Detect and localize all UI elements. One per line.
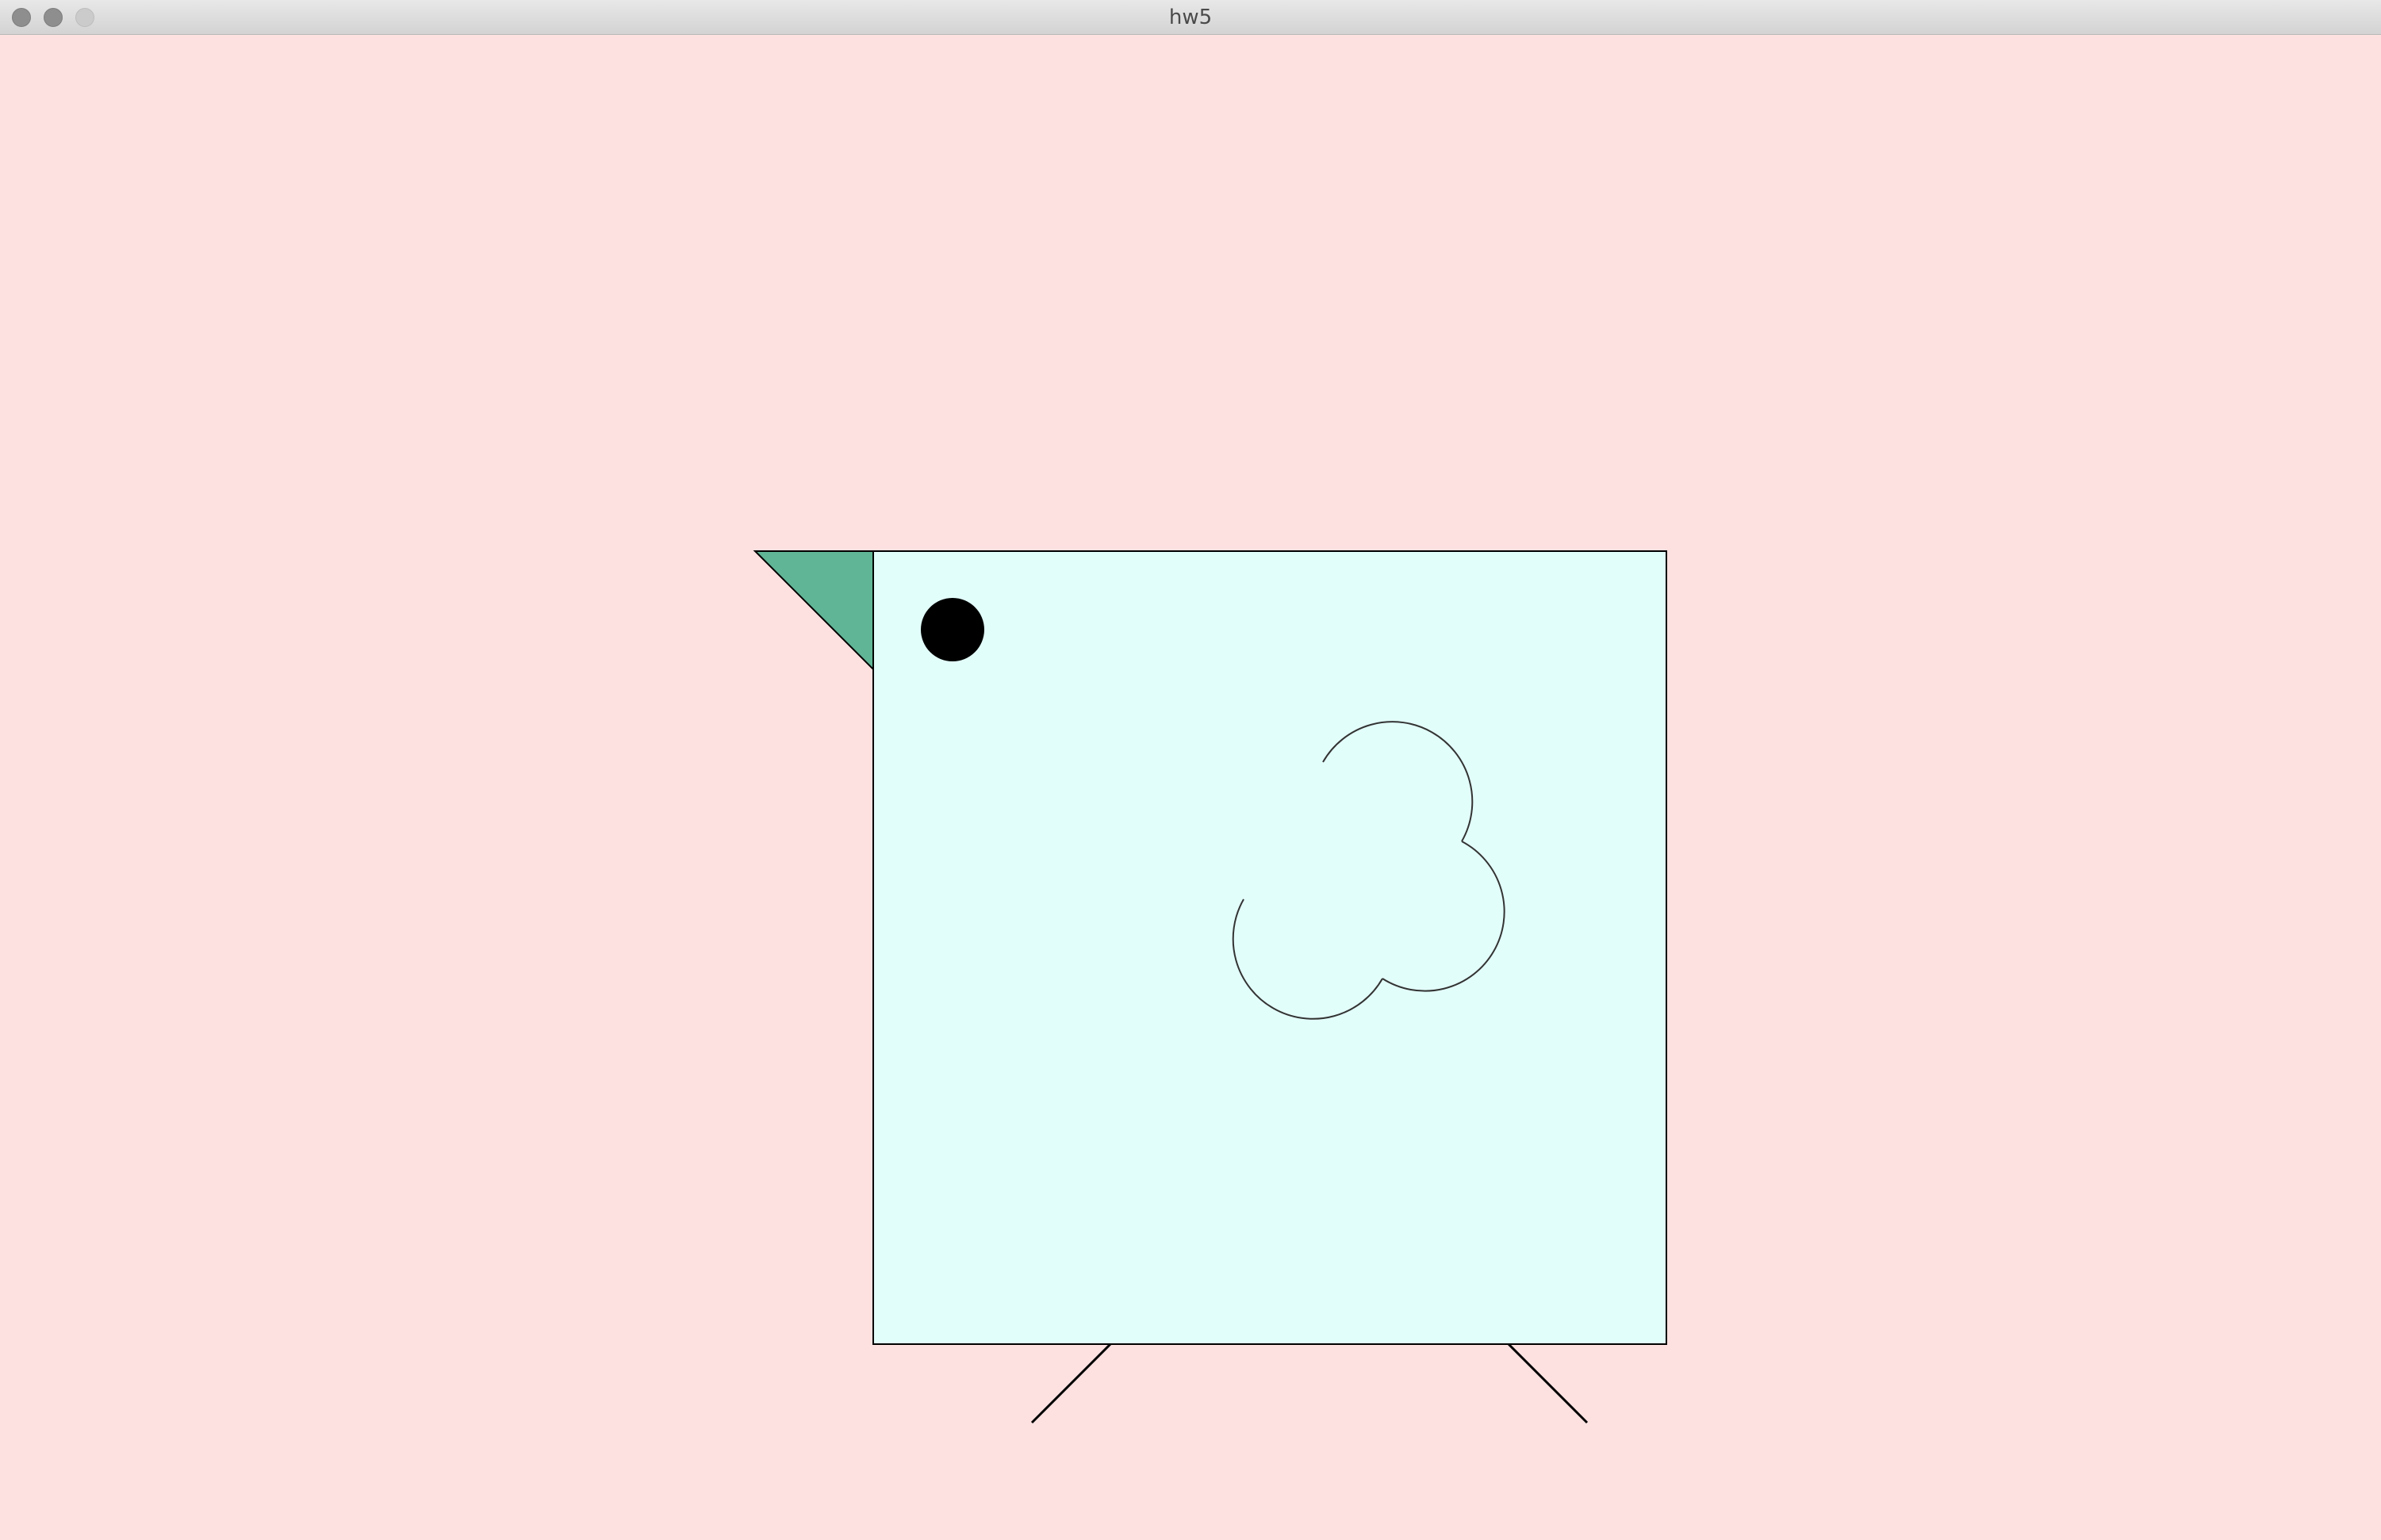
canvas-svg: [0, 35, 2381, 1540]
app-window: hw5: [0, 0, 2381, 1540]
bird-drawing: [753, 550, 1667, 1424]
drawing-canvas: [0, 35, 2381, 1540]
window-title: hw5: [1168, 6, 1213, 29]
bird-eye: [921, 598, 984, 661]
bird-body: [872, 550, 1667, 1345]
title-bar[interactable]: hw5: [0, 0, 2381, 35]
